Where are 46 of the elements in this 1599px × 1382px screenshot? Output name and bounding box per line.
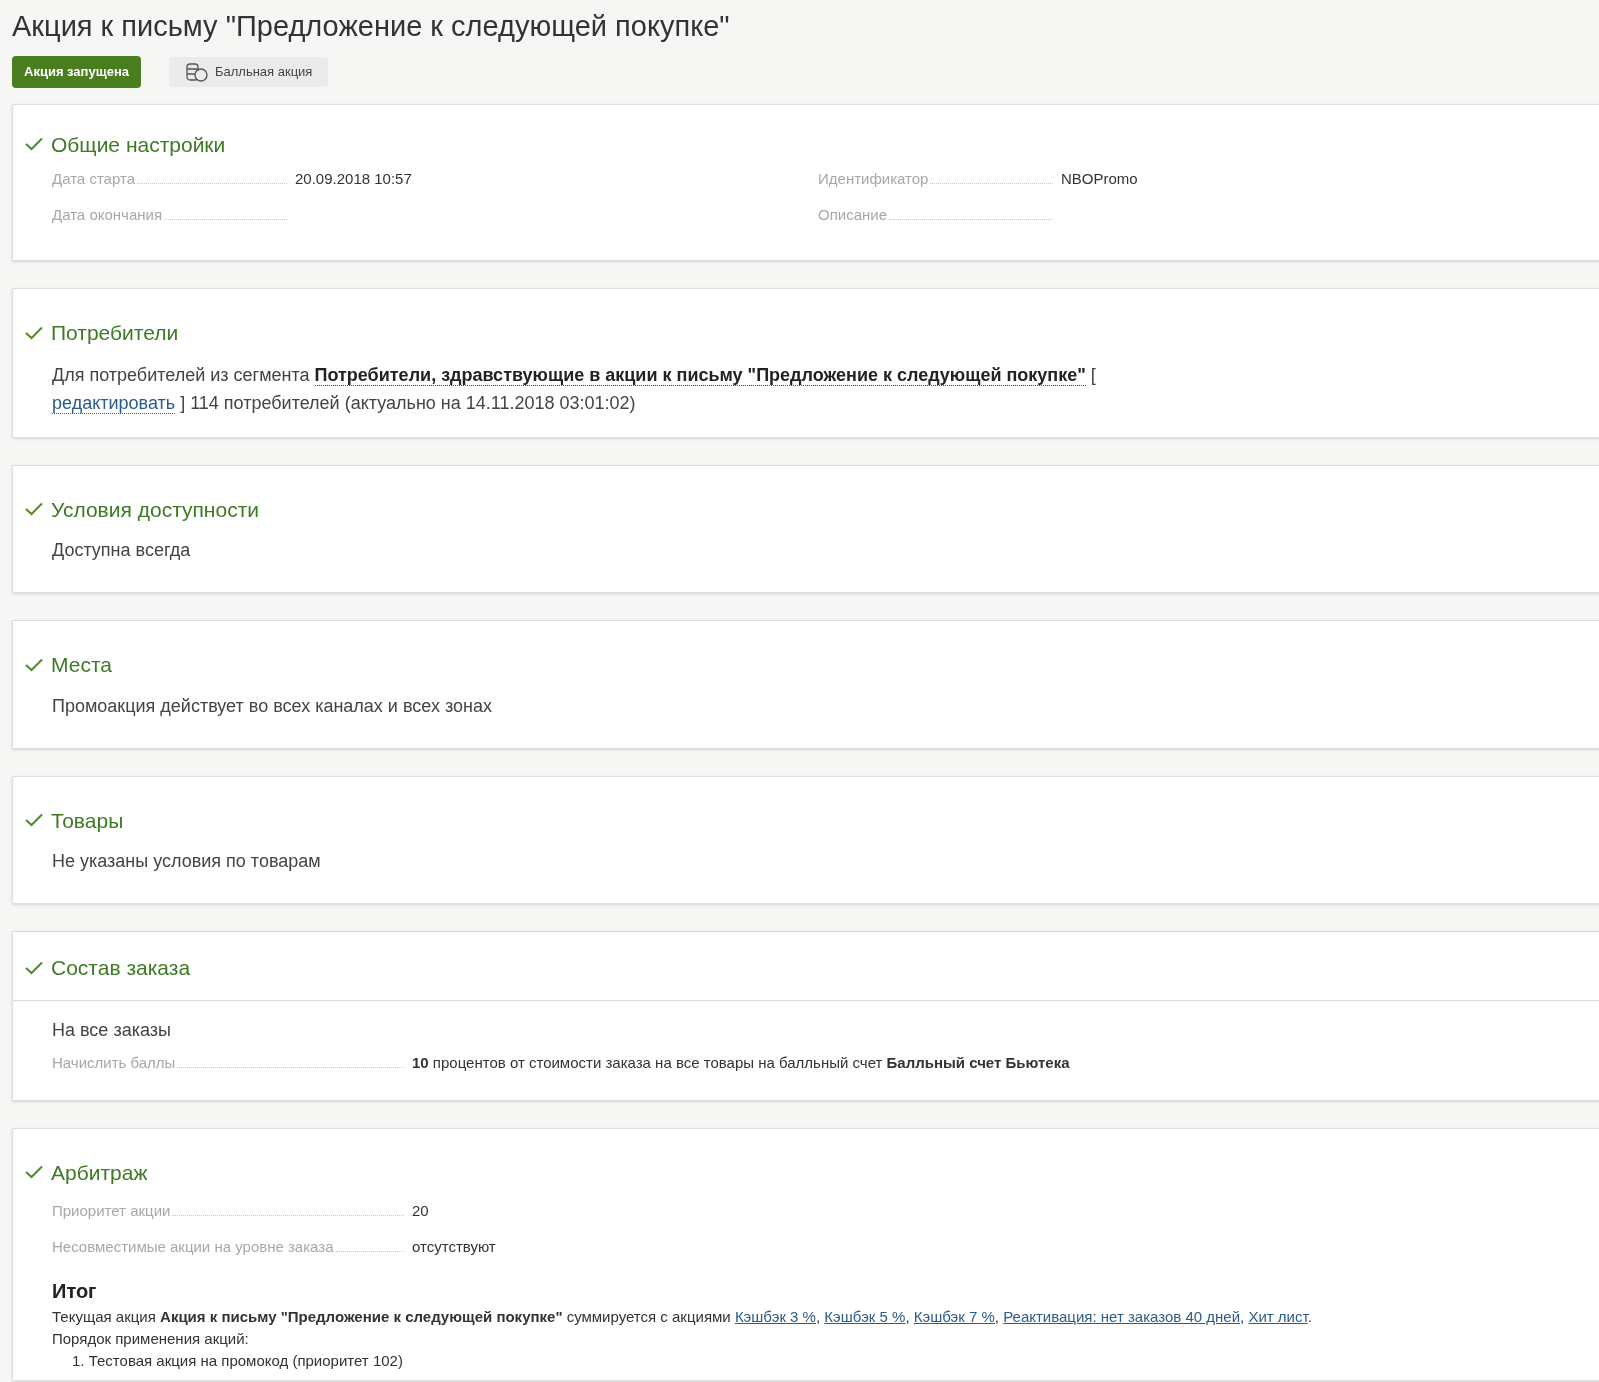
checkmark-icon xyxy=(25,325,43,340)
section-text: Промоакция действует во всех каналах и всех зонах xyxy=(51,694,493,718)
section-title: Общие настройки xyxy=(51,131,226,158)
field-value: 20.09.2018 10:57 xyxy=(295,169,412,189)
checkmark-icon xyxy=(25,137,43,152)
promo-type-badge: Балльная акция xyxy=(168,56,329,87)
section-title: Состав заказа xyxy=(51,955,191,981)
section-text: На все заказы xyxy=(51,1018,172,1042)
promo-link[interactable]: Кэшбэк 5 % xyxy=(824,1308,906,1325)
order-item: 1. Тестовая акция на промокод (приоритет 102) xyxy=(71,1351,404,1371)
page-title: Акция к письму "Предложение к следующей покупке" xyxy=(12,9,731,44)
status-badge: Акция запущена xyxy=(12,56,141,88)
field-label: Дата окончания xyxy=(52,205,163,225)
field-label: Начислить баллы xyxy=(52,1052,176,1073)
section-text: Не указаны условия по товарам xyxy=(51,850,322,873)
field-value: отсутствуют xyxy=(412,1237,496,1257)
section-title: Условия доступности xyxy=(51,496,259,523)
checkmark-icon xyxy=(25,960,43,975)
edit-link[interactable]: редактировать xyxy=(52,392,176,414)
promo-link[interactable]: Хит лист xyxy=(1248,1308,1308,1325)
coins-icon xyxy=(184,60,209,83)
field-value: 20 xyxy=(412,1201,429,1221)
summary-heading: Итог xyxy=(52,1279,98,1304)
section-text: Доступна всегда xyxy=(51,539,192,562)
promo-link[interactable]: Реактивация: нет заказов 40 дней xyxy=(1003,1308,1241,1325)
promo-link[interactable]: Кэшбэк 3 % xyxy=(734,1308,816,1325)
order-label: Порядок применения акций: xyxy=(52,1329,250,1349)
checkmark-icon xyxy=(25,813,43,828)
segment-link[interactable]: Потребители, здравствующие в акции к письму "Предложение к следующей покупке" xyxy=(314,364,1086,386)
checkmark-icon xyxy=(25,1165,43,1180)
section-title: Потребители xyxy=(51,320,179,346)
field-label: Идентификатор xyxy=(818,169,929,189)
field-value: NBOPromo xyxy=(1061,169,1138,189)
field-label: Описание xyxy=(818,205,888,225)
section-title: Товары xyxy=(51,807,124,834)
summary-sentence: Текущая акция Акция к письму "Предложение к следующей покупке" суммируется с акциями Кэшбэк 3 %, Кэшбэк 5 %, Кэшбэк 7 %, Реактивация: нет заказов 40 дней, Хит лист. xyxy=(52,1307,1313,1327)
segment-description: Для потребителей из сегмента Потребители, здравствующие в акции к письму "Предложение к следующей покупке" [ редактировать ] 114 потребителей (актуально на 14.11.2018 03:01:02) xyxy=(51,363,1097,416)
checkmark-icon xyxy=(25,657,43,672)
promo-link[interactable]: Кэшбэк 7 % xyxy=(913,1308,995,1325)
field-label: Приоритет акции xyxy=(52,1201,171,1221)
field-label: Несовместимые акции на уровне заказа xyxy=(52,1237,334,1257)
checkmark-icon xyxy=(25,502,43,517)
field-label: Дата старта xyxy=(52,169,135,189)
section-title: Места xyxy=(51,652,112,678)
section-title: Арбитраж xyxy=(51,1159,148,1186)
field-value: 10 процентов от стоимости заказа на все товары на балльный счет Балльный счет Бьютека xyxy=(412,1052,1070,1073)
